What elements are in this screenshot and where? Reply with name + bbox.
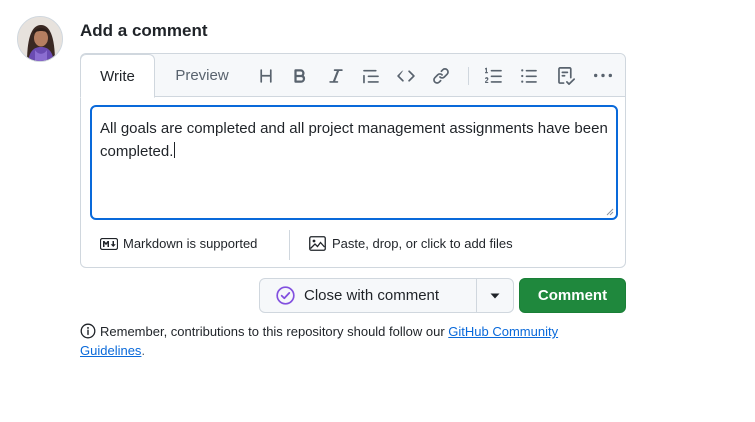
- resize-handle-icon[interactable]: [606, 208, 614, 216]
- more-options-icon[interactable]: [591, 64, 615, 88]
- bold-icon[interactable]: [288, 64, 312, 88]
- text-caret: [174, 142, 176, 158]
- attach-files-button[interactable]: Paste, drop, or click to add files: [309, 236, 513, 251]
- markdown-label: Markdown is supported: [123, 236, 258, 251]
- notice-suffix: .: [141, 343, 146, 358]
- unordered-list-icon[interactable]: [517, 64, 541, 88]
- close-options-dropdown[interactable]: [476, 278, 514, 313]
- notice-text: Remember, contributions to this reposito…: [100, 324, 449, 339]
- avatar[interactable]: [17, 16, 63, 62]
- tab-preview[interactable]: Preview: [165, 54, 239, 98]
- toolbar-divider: [468, 67, 469, 85]
- comment-button[interactable]: Comment: [519, 278, 626, 313]
- markdown-supported-link[interactable]: Markdown is supported: [100, 236, 257, 251]
- close-with-comment-label: Close with comment: [304, 287, 440, 304]
- ordered-list-icon[interactable]: [482, 64, 506, 88]
- heading-icon[interactable]: [254, 64, 278, 88]
- contribution-notice: Remember, contributions to this reposito…: [80, 322, 620, 360]
- tab-write[interactable]: Write: [80, 54, 155, 98]
- check-circle-icon: [276, 286, 295, 305]
- attach-label: Paste, drop, or click to add files: [332, 236, 513, 251]
- triangle-down-icon: [490, 293, 500, 298]
- editor-footer: Markdown is supported Paste, drop, or cl…: [81, 230, 625, 260]
- editor-tab-bar: Write Preview: [80, 54, 625, 98]
- footer-divider: [289, 230, 290, 260]
- comment-heading: Add a comment: [80, 21, 208, 40]
- markdown-icon: [100, 237, 118, 250]
- code-icon[interactable]: [394, 64, 418, 88]
- italic-icon[interactable]: [324, 64, 348, 88]
- close-with-comment-button[interactable]: Close with comment: [259, 278, 477, 313]
- comment-textarea[interactable]: All goals are completed and all project …: [90, 105, 618, 220]
- comment-text: All goals are completed and all project …: [100, 120, 608, 160]
- link-icon[interactable]: [429, 64, 453, 88]
- user-avatar-image: [18, 17, 62, 61]
- quote-icon[interactable]: [359, 64, 383, 88]
- image-icon: [309, 236, 326, 251]
- task-list-icon[interactable]: [554, 64, 578, 88]
- comment-editor: Write Preview All goals are completed an…: [80, 53, 626, 268]
- info-icon: [80, 323, 96, 339]
